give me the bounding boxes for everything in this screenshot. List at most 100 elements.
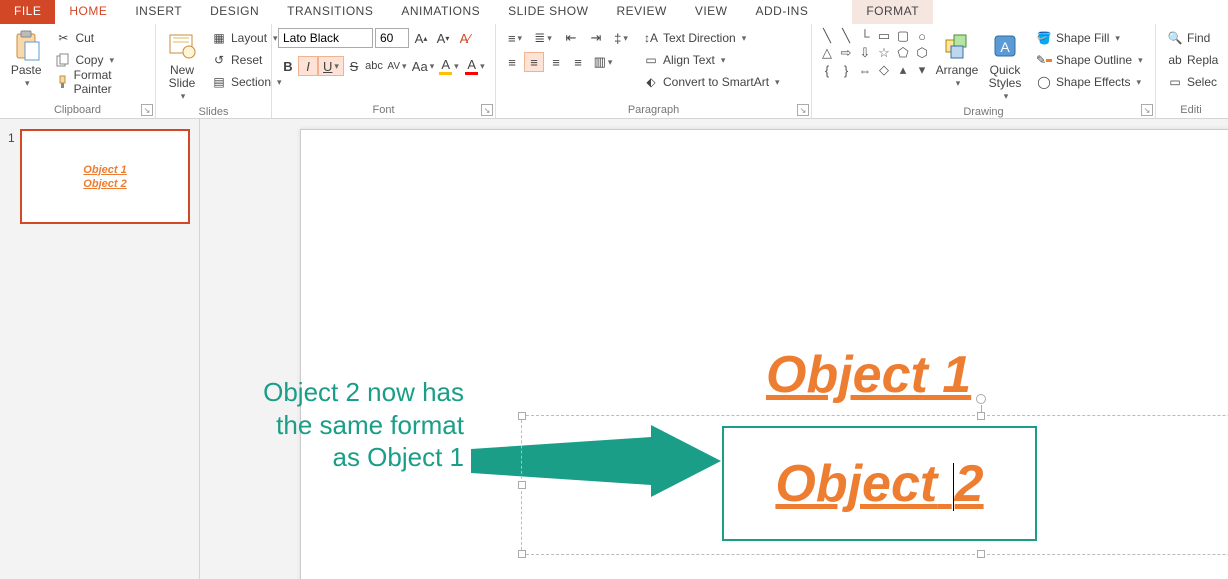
arrange-button[interactable]: Arrange▾ bbox=[935, 28, 979, 91]
shape-pentagon[interactable]: ⬠ bbox=[894, 45, 912, 61]
tab-format[interactable]: FORMAT bbox=[852, 0, 933, 24]
align-right-button[interactable]: ≡ bbox=[546, 52, 566, 72]
tab-view[interactable]: VIEW bbox=[681, 0, 742, 24]
shrink-font-button[interactable]: A▾ bbox=[433, 28, 453, 48]
tab-insert[interactable]: INSERT bbox=[121, 0, 196, 24]
shape-brace2[interactable]: } bbox=[837, 62, 855, 78]
replace-icon: ab bbox=[1167, 52, 1183, 68]
object-2-text[interactable]: Object 2 bbox=[775, 454, 983, 514]
shape-arrow-down[interactable]: ⇩ bbox=[856, 45, 874, 61]
replace-button[interactable]: abRepla bbox=[1162, 50, 1223, 70]
shape-star[interactable]: ☆ bbox=[875, 45, 893, 61]
clipboard-launcher[interactable]: ↘ bbox=[141, 104, 153, 116]
paste-button[interactable]: Paste ▾ bbox=[6, 28, 46, 91]
shape-rect[interactable]: ▭ bbox=[875, 28, 893, 44]
increase-indent-button[interactable]: ⇥ bbox=[586, 28, 606, 48]
tab-addins[interactable]: ADD-INS bbox=[741, 0, 822, 24]
highlight-button[interactable]: A▾ bbox=[436, 56, 462, 76]
shape-fill-button[interactable]: 🪣Shape Fill▾ bbox=[1031, 28, 1148, 48]
font-size-input[interactable] bbox=[375, 28, 409, 48]
slide[interactable]: Object 2 now has the same format as Obje… bbox=[300, 129, 1228, 579]
resize-handle-tm[interactable] bbox=[977, 412, 985, 420]
shape-outline-label: Shape Outline bbox=[1056, 53, 1132, 67]
thumbnail-pane[interactable]: 1 Object 1 Object 2 bbox=[0, 119, 200, 579]
grow-font-button[interactable]: A▴ bbox=[411, 28, 431, 48]
tab-animations[interactable]: ANIMATIONS bbox=[387, 0, 494, 24]
resize-handle-ml[interactable] bbox=[518, 481, 526, 489]
text-direction-label: Text Direction bbox=[663, 31, 736, 45]
quick-styles-button[interactable]: A Quick Styles▾ bbox=[983, 28, 1027, 104]
slide-thumbnail-1[interactable]: 1 Object 1 Object 2 bbox=[20, 129, 190, 224]
shape-connector[interactable]: └ bbox=[856, 28, 874, 44]
shapes-up[interactable]: ▴ bbox=[894, 62, 912, 78]
underline-button[interactable]: U▾ bbox=[318, 56, 344, 76]
shape-callout[interactable]: ◇ bbox=[875, 62, 893, 78]
tab-home[interactable]: HOME bbox=[55, 0, 121, 24]
italic-button[interactable]: I bbox=[298, 56, 318, 76]
tab-file[interactable]: FILE bbox=[0, 0, 55, 24]
line-spacing-button[interactable]: ‡▾ bbox=[608, 28, 634, 48]
font-name-input[interactable] bbox=[278, 28, 373, 48]
strikethrough-button[interactable]: S bbox=[344, 56, 364, 76]
shadow-button[interactable]: abc bbox=[364, 56, 384, 76]
find-button[interactable]: 🔍Find bbox=[1162, 28, 1223, 48]
shapes-gallery[interactable]: ╲ ╲ └ ▭ ▢ ○ △ ⇨ ⇩ ☆ ⬠ ⬡ { } ⇔ ◇ ▴ bbox=[818, 28, 931, 78]
change-case-button[interactable]: Aa▾ bbox=[410, 56, 436, 76]
new-slide-button[interactable]: New Slide ▾ bbox=[162, 28, 202, 104]
shape-line[interactable]: ╲ bbox=[818, 28, 836, 44]
shape-outline-button[interactable]: ✎Shape Outline▾ bbox=[1031, 50, 1148, 70]
numbering-button[interactable]: ≣▾ bbox=[530, 28, 556, 48]
tab-transitions[interactable]: TRANSITIONS bbox=[273, 0, 387, 24]
object-2-box[interactable]: Object 2 bbox=[722, 426, 1037, 541]
rotate-handle[interactable] bbox=[976, 394, 986, 404]
columns-button[interactable]: ▥▾ bbox=[590, 52, 616, 72]
bullets-button[interactable]: ≡▾ bbox=[502, 28, 528, 48]
annotation-text: Object 2 now has the same format as Obje… bbox=[200, 376, 464, 474]
cut-label: Cut bbox=[75, 31, 94, 45]
slide-canvas[interactable]: Object 2 now has the same format as Obje… bbox=[200, 119, 1228, 579]
shape-triangle[interactable]: △ bbox=[818, 45, 836, 61]
thumb-obj1: Object 1 bbox=[83, 164, 126, 176]
shape-oval[interactable]: ○ bbox=[913, 28, 931, 44]
smartart-button[interactable]: ⬖Convert to SmartArt▾ bbox=[638, 72, 785, 92]
tab-slideshow[interactable]: SLIDE SHOW bbox=[494, 0, 602, 24]
tab-design[interactable]: DESIGN bbox=[196, 0, 273, 24]
resize-handle-bm[interactable] bbox=[977, 550, 985, 558]
object-1-text[interactable]: Object 1 bbox=[766, 345, 971, 405]
cut-button[interactable]: ✂ Cut bbox=[50, 28, 149, 48]
bold-button[interactable]: B bbox=[278, 56, 298, 76]
shape-rounded[interactable]: ▢ bbox=[894, 28, 912, 44]
shape-hexagon[interactable]: ⬡ bbox=[913, 45, 931, 61]
resize-handle-tl[interactable] bbox=[518, 412, 526, 420]
select-button[interactable]: ▭Selec bbox=[1162, 72, 1223, 92]
shape-brace[interactable]: { bbox=[818, 62, 836, 78]
obj2-part-a: Object bbox=[775, 455, 937, 513]
format-painter-button[interactable]: Format Painter bbox=[50, 72, 149, 92]
textbox-selection[interactable]: Object 2 bbox=[521, 415, 1228, 555]
tab-review[interactable]: REVIEW bbox=[602, 0, 680, 24]
font-color-button[interactable]: A▾ bbox=[462, 56, 488, 76]
shape-effects-button[interactable]: ◯Shape Effects▾ bbox=[1031, 72, 1148, 92]
align-text-icon: ▭ bbox=[643, 52, 659, 68]
justify-button[interactable]: ≡ bbox=[568, 52, 588, 72]
clear-format-button[interactable]: A⁄ bbox=[455, 28, 475, 48]
shape-arrow-right[interactable]: ⇨ bbox=[837, 45, 855, 61]
paragraph-launcher[interactable]: ↘ bbox=[797, 104, 809, 116]
align-text-button[interactable]: ▭Align Text▾ bbox=[638, 50, 785, 70]
shape-arrow-lr[interactable]: ⇔ bbox=[856, 62, 874, 78]
copy-button[interactable]: Copy ▾ bbox=[50, 50, 149, 70]
drawing-launcher[interactable]: ↘ bbox=[1141, 104, 1153, 116]
text-direction-button[interactable]: ↕AText Direction▾ bbox=[638, 28, 785, 48]
smartart-label: Convert to SmartArt bbox=[663, 75, 769, 89]
font-launcher[interactable]: ↘ bbox=[481, 104, 493, 116]
align-left-button[interactable]: ≡ bbox=[502, 52, 522, 72]
group-paragraph: ≡▾ ≣▾ ⇤ ⇥ ‡▾ ≡ ≡ ≡ ≡ ▥▾ ↕AText Direction… bbox=[496, 24, 812, 118]
decrease-indent-button[interactable]: ⇤ bbox=[558, 28, 584, 48]
thumb-number: 1 bbox=[8, 131, 15, 145]
align-center-button[interactable]: ≡ bbox=[524, 52, 544, 72]
layout-icon: ▦ bbox=[211, 30, 227, 46]
shape-line-arrow[interactable]: ╲ bbox=[837, 28, 855, 44]
resize-handle-bl[interactable] bbox=[518, 550, 526, 558]
char-spacing-button[interactable]: AV▾ bbox=[384, 56, 410, 76]
shapes-more[interactable]: ▾ bbox=[913, 62, 931, 78]
